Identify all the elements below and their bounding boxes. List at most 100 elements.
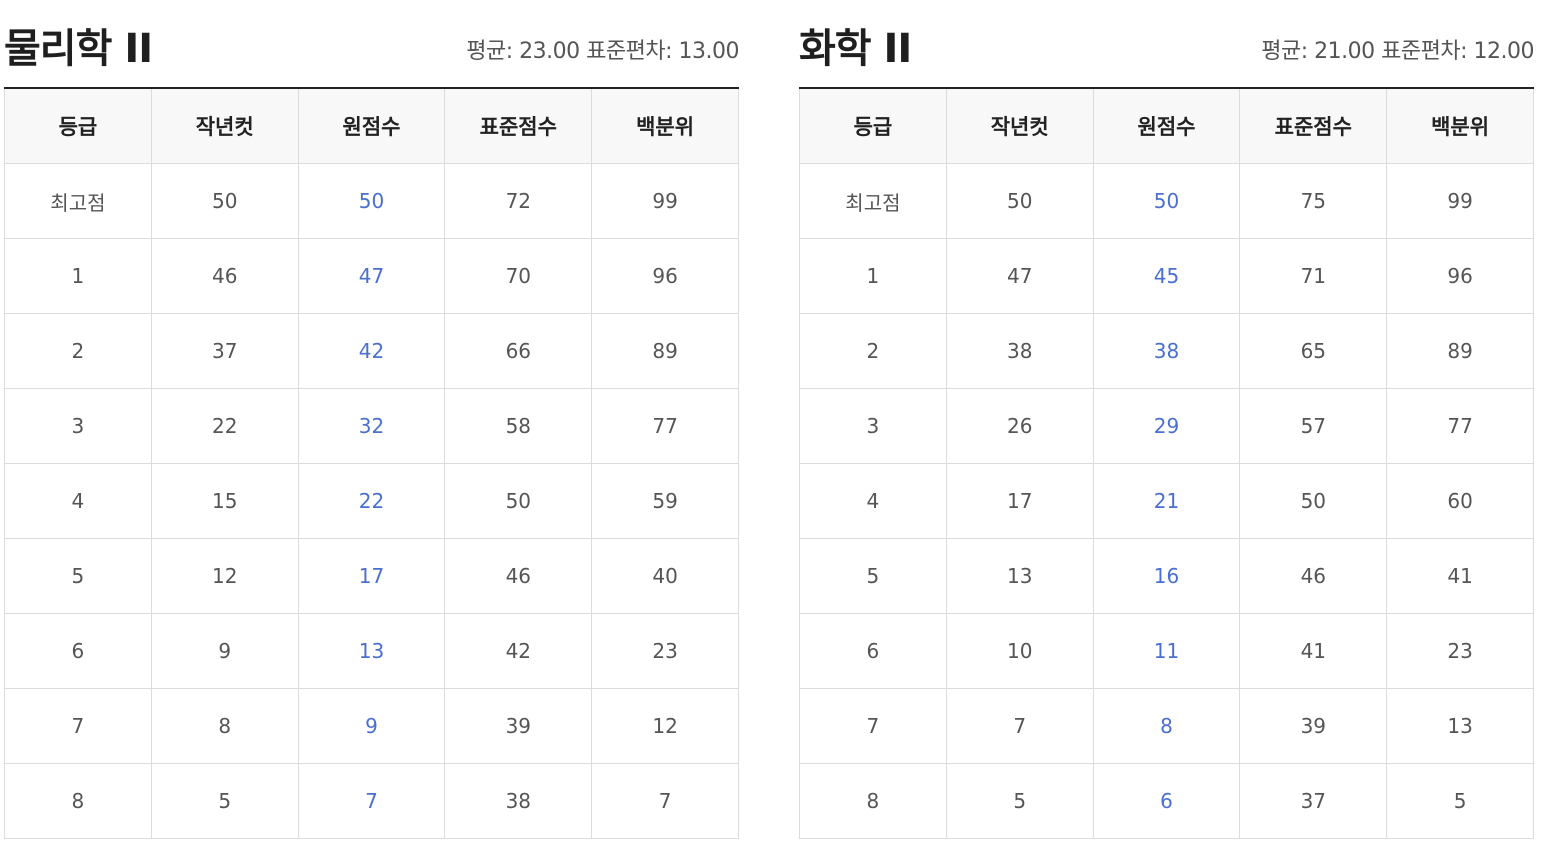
cell-standard-score: 46 <box>1239 538 1388 614</box>
table-row: 2 38 38 65 89 <box>799 313 1534 389</box>
cell-last-year-cut: 47 <box>945 238 1094 314</box>
cell-standard-score: 66 <box>444 313 593 389</box>
cell-last-year-cut: 22 <box>150 388 299 464</box>
cell-grade: 2 <box>4 313 152 389</box>
cell-raw-score: 13 <box>297 613 446 689</box>
table-row: 6 10 11 41 23 <box>799 613 1534 689</box>
table-body: 최고점 50 50 72 99 1 46 47 70 96 2 37 42 66 89 3 22 32 58 77 4 1… <box>4 163 739 839</box>
cell-last-year-cut: 12 <box>150 538 299 614</box>
cell-percentile: 99 <box>591 163 739 239</box>
cell-raw-score: 42 <box>297 313 446 389</box>
cell-raw-score: 50 <box>297 163 446 239</box>
cell-standard-score: 41 <box>1239 613 1388 689</box>
cell-raw-score: 16 <box>1092 538 1241 614</box>
cell-grade: 3 <box>4 388 152 464</box>
cell-percentile: 41 <box>1386 538 1534 614</box>
column-header-last-year-cut: 작년컷 <box>945 87 1094 164</box>
cell-last-year-cut: 37 <box>150 313 299 389</box>
cell-grade: 1 <box>799 238 947 314</box>
cell-grade: 최고점 <box>4 163 152 239</box>
cell-standard-score: 42 <box>444 613 593 689</box>
cell-grade: 최고점 <box>799 163 947 239</box>
cell-grade: 2 <box>799 313 947 389</box>
table-row: 4 17 21 50 60 <box>799 463 1534 539</box>
cell-percentile: 99 <box>1386 163 1534 239</box>
grade-table: 등급 작년컷 원점수 표준점수 백분위 최고점 50 50 72 99 1 46 47 70 96… <box>4 87 739 839</box>
cell-last-year-cut: 50 <box>945 163 1094 239</box>
cell-standard-score: 39 <box>444 688 593 764</box>
cell-raw-score: 38 <box>1092 313 1241 389</box>
column-header-standard-score: 표준점수 <box>1239 87 1388 164</box>
cell-grade: 7 <box>799 688 947 764</box>
cell-percentile: 5 <box>1386 763 1534 839</box>
chemistry-2-panel: 화학 II 평균: 21.00 표준편차: 12.00 등급 작년컷 원점수 표… <box>799 0 1534 839</box>
cell-grade: 8 <box>799 763 947 839</box>
cell-percentile: 77 <box>591 388 739 464</box>
cell-raw-score: 47 <box>297 238 446 314</box>
cell-standard-score: 38 <box>444 763 593 839</box>
table-row: 4 15 22 50 59 <box>4 463 739 539</box>
table-row: 3 22 32 58 77 <box>4 388 739 464</box>
cell-raw-score: 7 <box>297 763 446 839</box>
cell-grade: 6 <box>799 613 947 689</box>
table-row: 최고점 50 50 75 99 <box>799 163 1534 239</box>
cell-raw-score: 11 <box>1092 613 1241 689</box>
panel-header: 화학 II 평균: 21.00 표준편차: 12.00 <box>799 0 1534 87</box>
table-row: 5 12 17 46 40 <box>4 538 739 614</box>
table-row: 6 9 13 42 23 <box>4 613 739 689</box>
cell-last-year-cut: 5 <box>150 763 299 839</box>
panel-title: 물리학 II <box>4 26 153 72</box>
column-header-raw-score: 원점수 <box>297 87 446 164</box>
cell-last-year-cut: 17 <box>945 463 1094 539</box>
grade-table: 등급 작년컷 원점수 표준점수 백분위 최고점 50 50 75 99 1 47 45 71 96… <box>799 87 1534 839</box>
cell-raw-score: 50 <box>1092 163 1241 239</box>
cell-percentile: 13 <box>1386 688 1534 764</box>
cell-standard-score: 71 <box>1239 238 1388 314</box>
cell-grade: 8 <box>4 763 152 839</box>
table-body: 최고점 50 50 75 99 1 47 45 71 96 2 38 38 65 89 3 26 29 57 77 4 1… <box>799 163 1534 839</box>
table-row: 1 47 45 71 96 <box>799 238 1534 314</box>
table-row: 8 5 6 37 5 <box>799 763 1534 839</box>
cell-last-year-cut: 15 <box>150 463 299 539</box>
cell-percentile: 89 <box>1386 313 1534 389</box>
table-row: 7 7 8 39 13 <box>799 688 1534 764</box>
cell-raw-score: 29 <box>1092 388 1241 464</box>
cell-last-year-cut: 10 <box>945 613 1094 689</box>
cell-percentile: 12 <box>591 688 739 764</box>
column-header-percentile: 백분위 <box>1386 87 1534 164</box>
cell-last-year-cut: 38 <box>945 313 1094 389</box>
cell-raw-score: 32 <box>297 388 446 464</box>
cell-standard-score: 65 <box>1239 313 1388 389</box>
cell-grade: 5 <box>4 538 152 614</box>
cell-standard-score: 39 <box>1239 688 1388 764</box>
cell-raw-score: 45 <box>1092 238 1241 314</box>
cell-percentile: 7 <box>591 763 739 839</box>
cell-percentile: 77 <box>1386 388 1534 464</box>
cell-percentile: 96 <box>1386 238 1534 314</box>
cell-standard-score: 50 <box>1239 463 1388 539</box>
cell-last-year-cut: 46 <box>150 238 299 314</box>
cell-grade: 7 <box>4 688 152 764</box>
cell-standard-score: 37 <box>1239 763 1388 839</box>
cell-last-year-cut: 50 <box>150 163 299 239</box>
cell-last-year-cut: 7 <box>945 688 1094 764</box>
cell-percentile: 40 <box>591 538 739 614</box>
cell-last-year-cut: 26 <box>945 388 1094 464</box>
column-header-percentile: 백분위 <box>591 87 739 164</box>
table-row: 3 26 29 57 77 <box>799 388 1534 464</box>
panel-header: 물리학 II 평균: 23.00 표준편차: 13.00 <box>4 0 739 87</box>
cell-standard-score: 57 <box>1239 388 1388 464</box>
panel-stats: 평균: 21.00 표준편차: 12.00 <box>1261 39 1534 64</box>
cell-standard-score: 70 <box>444 238 593 314</box>
cell-raw-score: 17 <box>297 538 446 614</box>
column-header-standard-score: 표준점수 <box>444 87 593 164</box>
cell-last-year-cut: 9 <box>150 613 299 689</box>
cell-percentile: 23 <box>1386 613 1534 689</box>
cell-percentile: 96 <box>591 238 739 314</box>
cell-last-year-cut: 5 <box>945 763 1094 839</box>
cell-percentile: 23 <box>591 613 739 689</box>
table-row: 2 37 42 66 89 <box>4 313 739 389</box>
cell-last-year-cut: 8 <box>150 688 299 764</box>
panel-stats: 평균: 23.00 표준편차: 13.00 <box>466 39 739 64</box>
table-row: 최고점 50 50 72 99 <box>4 163 739 239</box>
